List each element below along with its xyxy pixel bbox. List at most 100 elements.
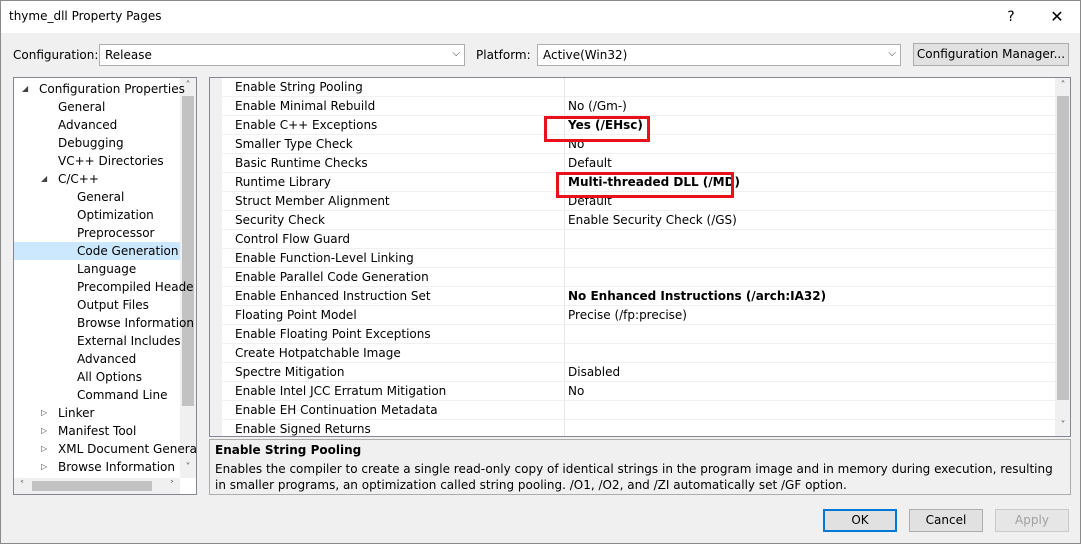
property-row[interactable]: Spectre Mitigation Disabled: [210, 363, 1056, 382]
property-row[interactable]: Enable Intel JCC Erratum Mitigation No: [210, 382, 1056, 401]
expanded-arrow-icon[interactable]: ◢: [41, 170, 47, 188]
property-row[interactable]: Create Hotpatchable Image: [210, 344, 1056, 363]
tree-item-label: External Includes: [77, 334, 181, 348]
tree-item[interactable]: Advanced: [14, 116, 180, 134]
property-row[interactable]: Enable String Pooling: [210, 78, 1056, 97]
tree-item[interactable]: Language: [14, 260, 180, 278]
tree-item-label: VC++ Directories: [58, 154, 164, 168]
collapsed-arrow-icon[interactable]: ▷: [41, 422, 47, 440]
tree-item[interactable]: ◢ C/C++: [14, 170, 180, 188]
property-row[interactable]: Enable Minimal Rebuild No (/Gm-): [210, 97, 1056, 116]
configuration-select[interactable]: Release ⌵: [99, 44, 465, 66]
property-name: Runtime Library: [235, 175, 331, 189]
configuration-manager-button[interactable]: Configuration Manager...: [913, 43, 1069, 66]
property-grid: ˄ ˅ Enable String Pooling Enable Minimal …: [209, 77, 1071, 437]
tree-item[interactable]: All Options: [14, 368, 180, 386]
tree-item-label: Configuration Properties: [39, 82, 185, 96]
tree-item[interactable]: VC++ Directories: [14, 152, 180, 170]
scroll-up-icon[interactable]: ˄: [1055, 80, 1070, 91]
configuration-value: Release: [105, 48, 152, 62]
tree-item[interactable]: Command Line: [14, 386, 180, 404]
tree-item[interactable]: Code Generation: [14, 242, 180, 260]
tree-horizontal-scrollbar[interactable]: ˂ ˃: [14, 478, 180, 494]
cancel-button[interactable]: Cancel: [909, 509, 983, 532]
tree-item[interactable]: ▷ Linker: [14, 404, 180, 422]
property-row[interactable]: Enable Signed Returns: [210, 420, 1056, 436]
tree-item[interactable]: Optimization: [14, 206, 180, 224]
tree-item[interactable]: Debugging: [14, 134, 180, 152]
tree-item-label: Preprocessor: [77, 226, 155, 240]
tree-scroll-thumb[interactable]: [182, 96, 194, 406]
scroll-right-icon[interactable]: ˃: [164, 480, 180, 491]
tree-item-label: Linker: [58, 406, 95, 420]
chevron-down-icon: ⌵: [888, 48, 896, 59]
property-row[interactable]: Enable Function-Level Linking: [210, 249, 1056, 268]
property-value[interactable]: No Enhanced Instructions (/arch:IA32): [568, 289, 826, 303]
property-name: Security Check: [235, 213, 326, 227]
tree-item[interactable]: Preprocessor: [14, 224, 180, 242]
property-row[interactable]: Enable Parallel Code Generation: [210, 268, 1056, 287]
tree-item[interactable]: ▷ Manifest Tool: [14, 422, 180, 440]
tree-item[interactable]: Precompiled Heade: [14, 278, 194, 296]
property-name: Smaller Type Check: [235, 137, 353, 151]
property-tree: ˄ ˅ ˂ ˃ ◢ Configuration Properties General…: [13, 77, 197, 495]
tree-item[interactable]: Browse Information: [14, 314, 194, 332]
property-row[interactable]: Control Flow Guard: [210, 230, 1056, 249]
tree-item[interactable]: ▷ XML Document Genera: [14, 440, 196, 458]
property-row[interactable]: Floating Point Model Precise (/fp:precise…: [210, 306, 1056, 325]
property-name: Spectre Mitigation: [235, 365, 345, 379]
platform-select[interactable]: Active(Win32) ⌵: [537, 44, 901, 66]
property-row[interactable]: Enable Floating Point Exceptions: [210, 325, 1056, 344]
tree-item[interactable]: ▷ Browse Information: [14, 458, 180, 476]
configuration-label: Configuration:: [13, 48, 99, 62]
property-value[interactable]: Default: [568, 156, 612, 170]
ok-button[interactable]: OK: [823, 509, 897, 532]
property-row[interactable]: Enable EH Continuation Metadata: [210, 401, 1056, 420]
tree-item[interactable]: General: [14, 98, 180, 116]
description-panel: Enable String Pooling Enables the compil…: [209, 439, 1071, 495]
property-value[interactable]: No: [568, 384, 584, 398]
chevron-down-icon: ⌵: [452, 48, 460, 59]
property-name: Basic Runtime Checks: [235, 156, 368, 170]
property-name: Enable C++ Exceptions: [235, 118, 378, 132]
expanded-arrow-icon[interactable]: ◢: [22, 80, 28, 98]
tree-item-label: Debugging: [58, 136, 124, 150]
tree-item-label: Output Files: [77, 298, 149, 312]
property-name: Enable Function-Level Linking: [235, 251, 414, 265]
property-name: Enable Intel JCC Erratum Mitigation: [235, 384, 447, 398]
scroll-left-icon[interactable]: ˂: [14, 480, 30, 491]
property-row[interactable]: Security Check Enable Security Check (/GS…: [210, 211, 1056, 230]
collapsed-arrow-icon[interactable]: ▷: [41, 440, 47, 458]
title-bar: thyme_dll Property Pages ? ✕: [1, 1, 1080, 33]
tree-item[interactable]: External Includes: [14, 332, 181, 350]
tree-item-label: All Options: [77, 370, 142, 384]
property-value[interactable]: No (/Gm-): [568, 99, 627, 113]
tree-item-label: Code Generation: [77, 244, 179, 258]
scroll-down-icon[interactable]: ˅: [1055, 420, 1070, 431]
scroll-down-icon[interactable]: ˅: [180, 462, 196, 473]
grid-scroll-thumb[interactable]: [1057, 96, 1069, 400]
property-row[interactable]: Basic Runtime Checks Default: [210, 154, 1056, 173]
collapsed-arrow-icon[interactable]: ▷: [41, 404, 47, 422]
grid-vertical-scrollbar[interactable]: ˄ ˅: [1055, 78, 1070, 436]
property-value[interactable]: Precise (/fp:precise): [568, 308, 687, 322]
tree-item[interactable]: ◢ Configuration Properties: [14, 80, 185, 98]
tree-item[interactable]: General: [14, 188, 180, 206]
collapsed-arrow-icon[interactable]: ▷: [41, 458, 47, 476]
property-name: Enable Floating Point Exceptions: [235, 327, 431, 341]
description-text: Enables the compiler to create a single …: [215, 462, 1053, 492]
window-title: thyme_dll Property Pages: [9, 9, 162, 23]
tree-hscroll-thumb[interactable]: [32, 481, 152, 491]
property-value[interactable]: Disabled: [568, 365, 620, 379]
property-pages-dialog: thyme_dll Property Pages ? ✕ Configurati…: [0, 0, 1081, 544]
tree-item[interactable]: Output Files: [14, 296, 180, 314]
tree-item-label: XML Document Genera: [58, 442, 197, 456]
help-icon[interactable]: ?: [991, 5, 1031, 29]
tree-item-label: General: [58, 100, 106, 114]
tree-item[interactable]: Advanced: [14, 350, 180, 368]
close-icon[interactable]: ✕: [1037, 5, 1077, 29]
property-row[interactable]: Enable Enhanced Instruction Set No Enhanc…: [210, 287, 1056, 306]
apply-button[interactable]: Apply: [995, 509, 1069, 532]
property-value[interactable]: Enable Security Check (/GS): [568, 213, 737, 227]
property-name: Control Flow Guard: [235, 232, 350, 246]
